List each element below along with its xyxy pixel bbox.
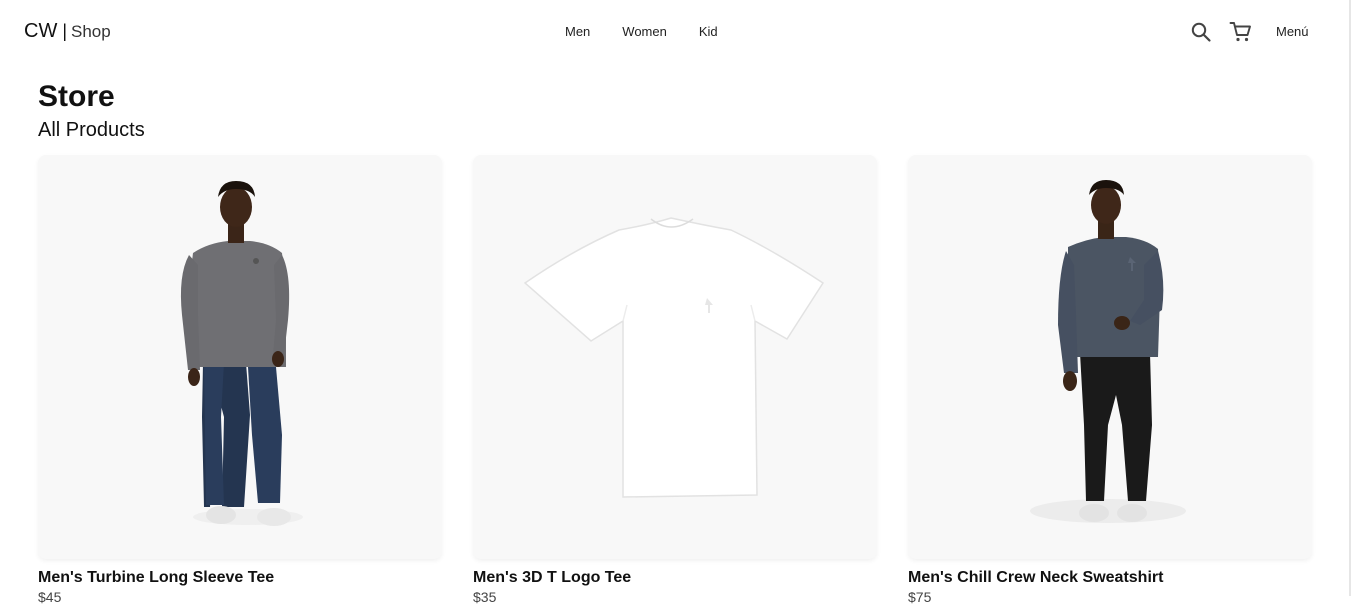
model-slate-sweatshirt — [1030, 180, 1186, 523]
logo-shop: Shop — [71, 22, 111, 41]
search-icon[interactable] — [1189, 20, 1213, 44]
nav-link-kid[interactable]: Kid — [699, 24, 718, 39]
logo-brand: CW — [24, 20, 58, 42]
menu-button[interactable]: Menú — [1276, 24, 1309, 39]
product-card[interactable]: Men's Turbine Long Sleeve Tee $45 — [38, 155, 442, 605]
product-name[interactable]: Men's 3D T Logo Tee — [473, 569, 631, 587]
logo[interactable]: CW | Shop — [24, 20, 111, 43]
product-price: $45 — [38, 589, 62, 605]
product-image[interactable] — [473, 155, 877, 559]
product-card[interactable]: Men's 3D T Logo Tee $35 — [473, 155, 877, 605]
white-tshirt — [523, 217, 825, 498]
nav-link-men[interactable]: Men — [565, 24, 590, 39]
product-name[interactable]: Men's Turbine Long Sleeve Tee — [38, 569, 274, 587]
product-grid: Men's Turbine Long Sleeve Tee $45 Men's … — [38, 155, 1312, 605]
product-image[interactable] — [908, 155, 1312, 559]
nav-link-women[interactable]: Women — [622, 24, 667, 39]
logo-separator: | — [62, 21, 68, 41]
product-card[interactable]: Men's Chill Crew Neck Sweatshirt $75 — [908, 155, 1312, 605]
product-price: $35 — [473, 589, 497, 605]
main-nav: Men Women Kid — [565, 24, 718, 39]
navbar: CW | Shop Men Women Kid Menú — [0, 0, 1351, 64]
model-grey-long-sleeve-tee — [180, 181, 303, 526]
page-subtitle: All Products — [38, 119, 145, 141]
page-title: Store — [38, 80, 115, 113]
product-image[interactable] — [38, 155, 442, 559]
cart-icon[interactable] — [1229, 20, 1253, 44]
product-name[interactable]: Men's Chill Crew Neck Sweatshirt — [908, 569, 1163, 587]
product-price: $75 — [908, 589, 932, 605]
